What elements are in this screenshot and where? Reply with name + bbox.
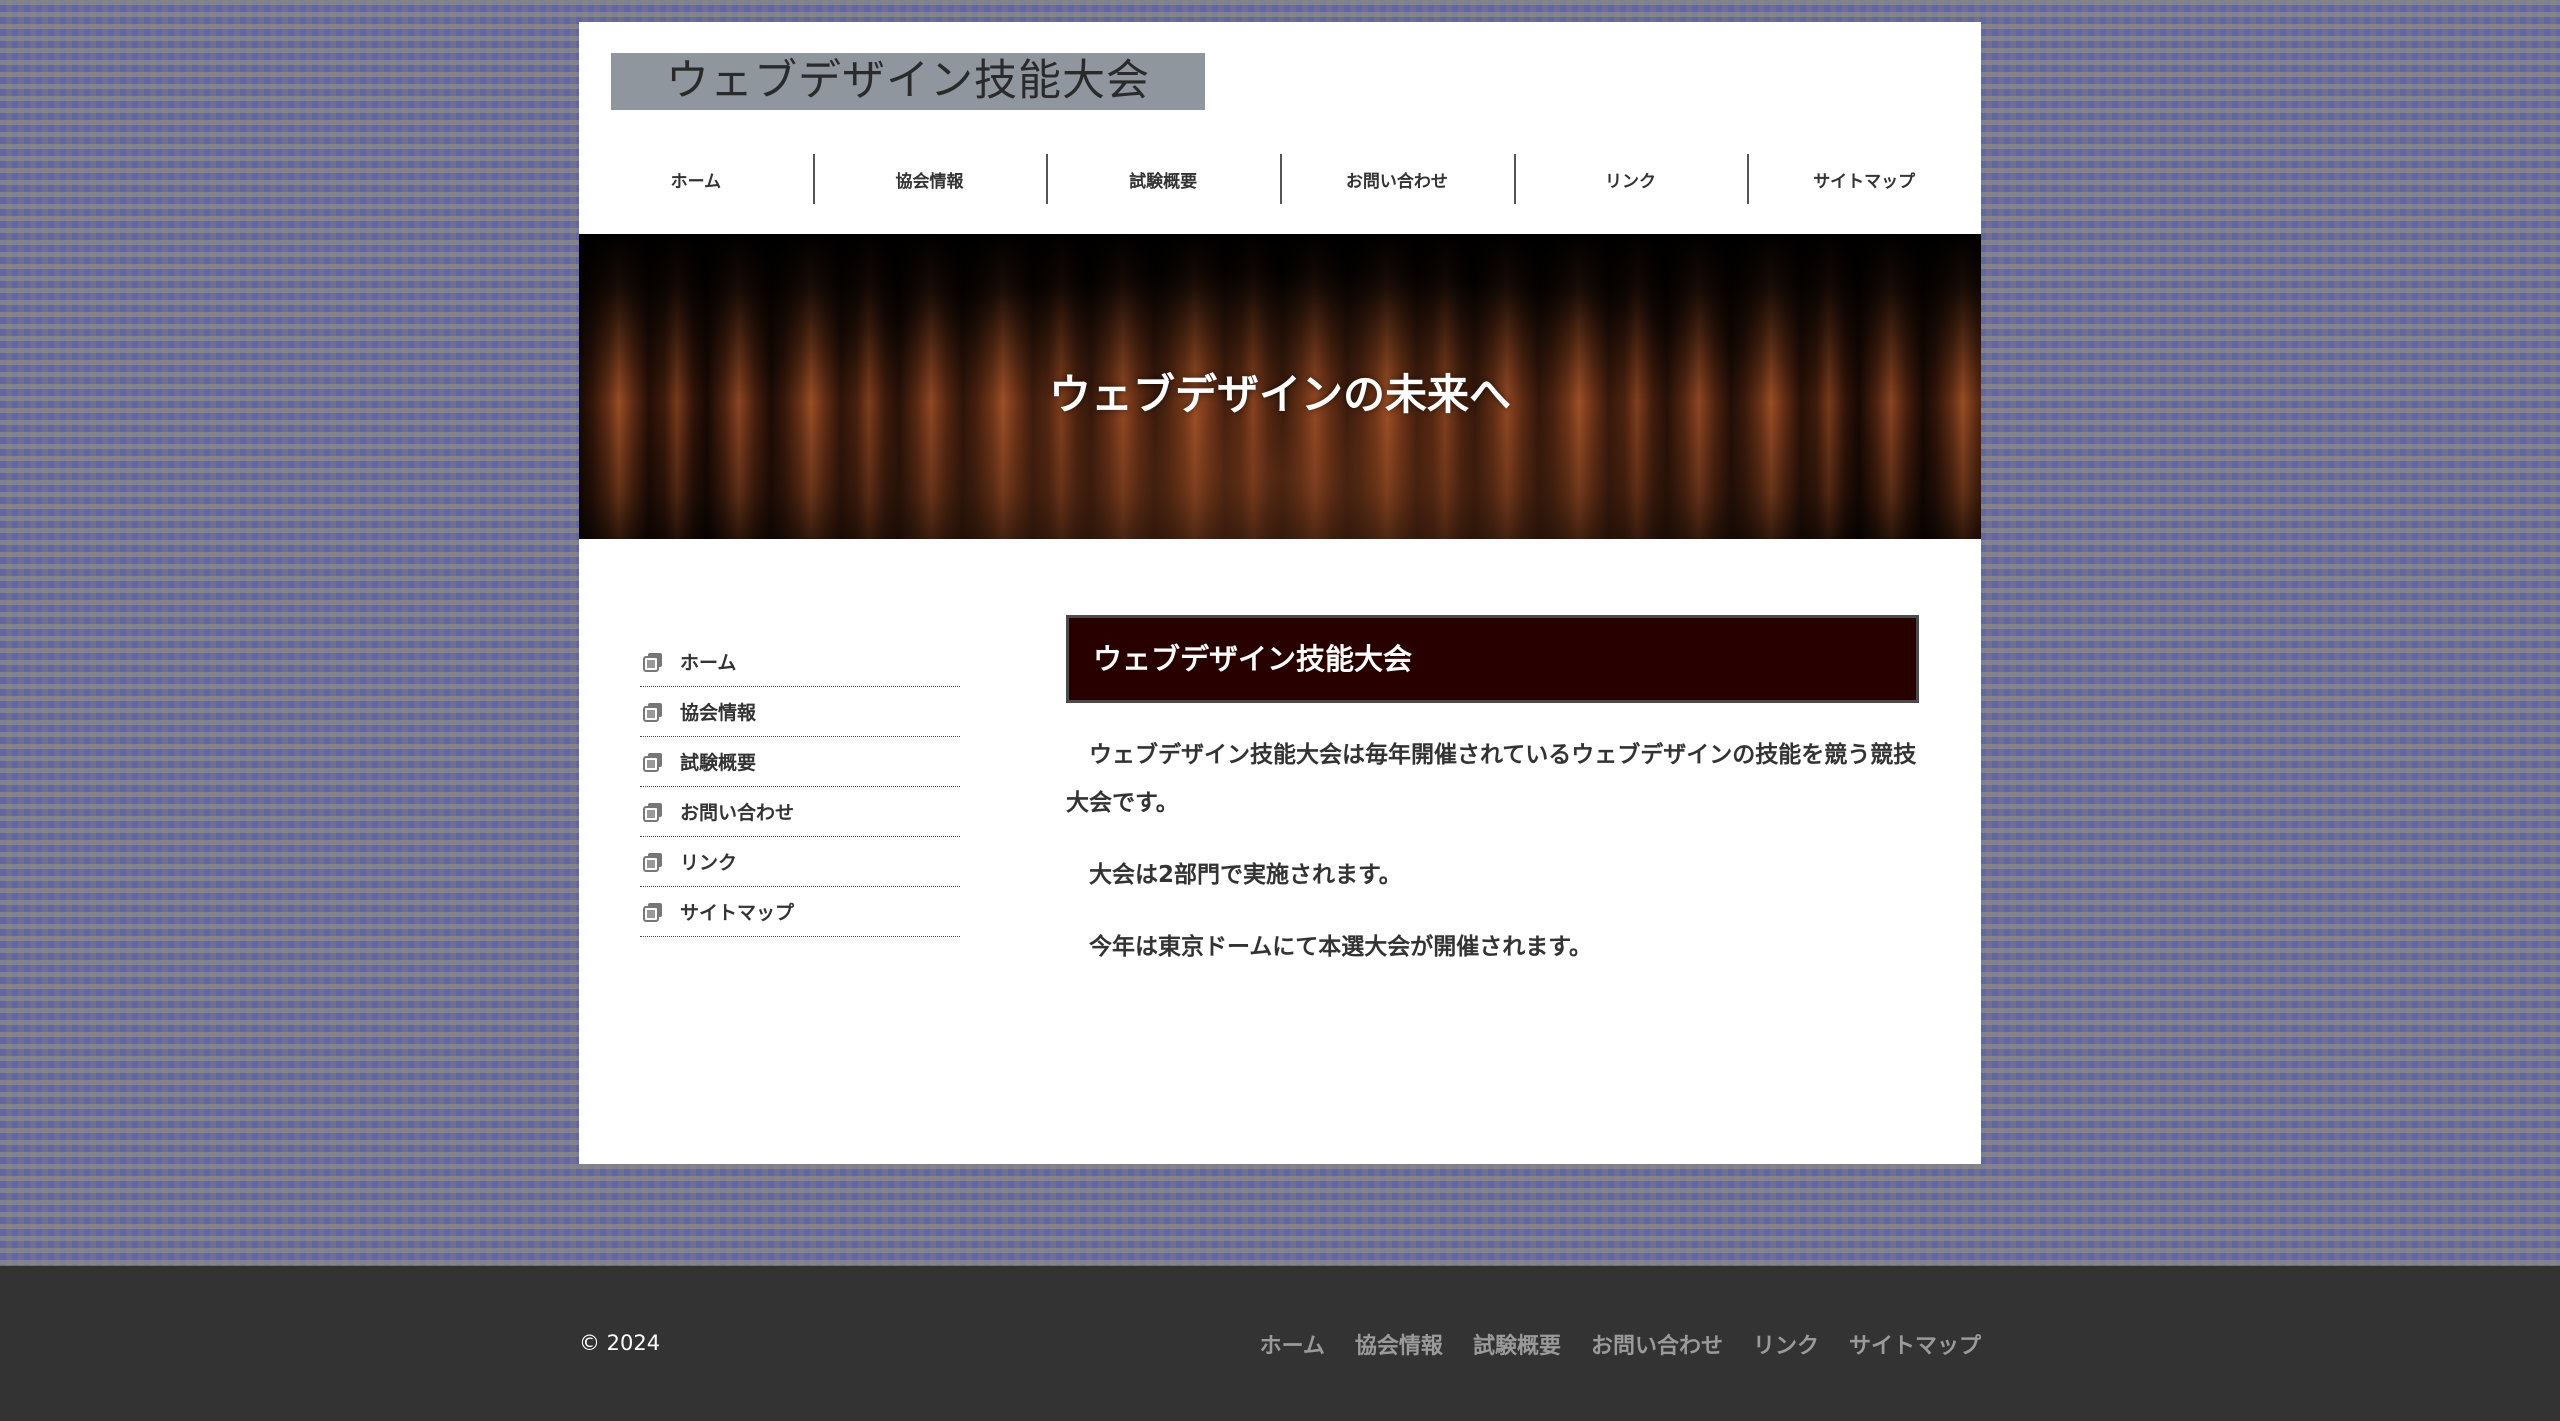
top-nav-item-links[interactable]: リンク	[1513, 154, 1748, 204]
top-nav-item-sitemap[interactable]: サイトマップ	[1747, 154, 1981, 204]
site-logo[interactable]: ウェブデザイン技能大会	[611, 53, 1205, 110]
side-nav-item-about[interactable]: 協会情報	[640, 687, 960, 737]
footer-nav: ホーム 協会情報 試験概要 お問い合わせ リンク サイトマップ	[1230, 1266, 1981, 1421]
footer: © 2024 ホーム 協会情報 試験概要 お問い合わせ リンク サイトマップ	[0, 1266, 2560, 1421]
content-paragraph: ウェブデザイン技能大会は毎年開催されているウェブデザインの技能を競う競技大会です…	[1066, 742, 1917, 816]
hero-banner: ウェブデザインの未来へ	[579, 234, 1981, 539]
page-icon	[643, 802, 662, 822]
side-nav-item-contact[interactable]: お問い合わせ	[640, 787, 960, 837]
side-nav-item-links[interactable]: リンク	[640, 837, 960, 887]
side-nav-label: サイトマップ	[680, 902, 795, 924]
side-nav-label: リンク	[680, 852, 738, 874]
footer-link-sitemap[interactable]: サイトマップ	[1849, 1328, 1981, 1360]
top-nav: ホーム 協会情報 試験概要 お問い合わせ リンク サイトマップ	[579, 154, 1981, 204]
side-nav-label: お問い合わせ	[680, 802, 795, 824]
page-icon	[643, 702, 662, 722]
page-icon	[643, 852, 662, 872]
side-nav-label: 協会情報	[680, 702, 757, 724]
page-icon	[643, 902, 662, 922]
top-nav-item-exam[interactable]: 試験概要	[1046, 154, 1280, 204]
footer-link-links[interactable]: リンク	[1753, 1328, 1819, 1360]
side-nav: ホーム 協会情報 試験概要 お問い合わせ リンク サイトマップ	[640, 637, 960, 937]
page-icon	[643, 752, 662, 772]
top-nav-item-about[interactable]: 協会情報	[812, 154, 1047, 204]
page-container: ウェブデザイン技能大会 ホーム 協会情報 試験概要 お問い合わせ リンク サイト…	[579, 22, 1981, 1164]
page-icon	[643, 652, 662, 672]
side-nav-item-exam[interactable]: 試験概要	[640, 737, 960, 787]
top-nav-item-contact[interactable]: お問い合わせ	[1280, 154, 1514, 204]
side-nav-item-home[interactable]: ホーム	[640, 637, 960, 687]
section-title: ウェブデザイン技能大会	[1066, 615, 1919, 703]
top-nav-item-home[interactable]: ホーム	[579, 154, 813, 204]
main-content: ウェブデザイン技能大会 ウェブデザイン技能大会は毎年開催されているウェブデザイン…	[1066, 615, 1919, 971]
footer-link-contact[interactable]: お問い合わせ	[1591, 1328, 1723, 1360]
footer-link-about[interactable]: 協会情報	[1355, 1328, 1443, 1360]
side-nav-label: ホーム	[680, 652, 737, 674]
content-paragraph: 今年は東京ドームにて本選大会が開催されます。	[1089, 934, 1593, 960]
hero-title: ウェブデザインの未来へ	[1048, 370, 1511, 419]
side-nav-item-sitemap[interactable]: サイトマップ	[640, 887, 960, 937]
copyright-text: © 2024	[579, 1331, 661, 1355]
footer-link-home[interactable]: ホーム	[1260, 1328, 1325, 1360]
side-nav-label: 試験概要	[680, 752, 757, 774]
content-paragraph: 大会は2部門で実施されます。	[1089, 862, 1402, 888]
footer-link-exam[interactable]: 試験概要	[1473, 1328, 1561, 1360]
